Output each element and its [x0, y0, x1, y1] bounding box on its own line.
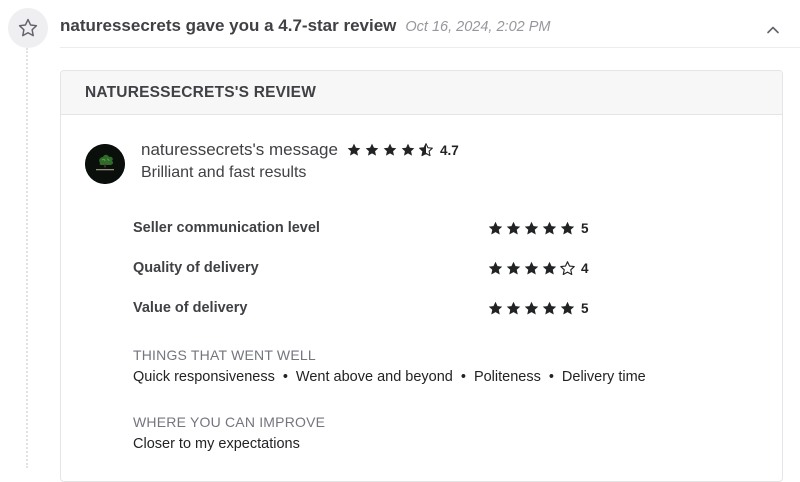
naturessecrets-avatar	[85, 144, 125, 184]
went-well-item: Politeness	[473, 369, 541, 385]
went-well-item: Delivery time	[561, 369, 646, 385]
star-filled-icon	[506, 301, 521, 314]
star-filled-icon	[524, 301, 539, 314]
notification-title: naturessecrets gave you a 4.7-star revie…	[60, 16, 397, 35]
chevron-up-icon[interactable]	[765, 22, 781, 38]
star-empty-icon	[560, 260, 575, 275]
overall-rating-value: 4.7	[439, 142, 459, 158]
star-outline-icon	[18, 18, 38, 37]
review-card-title: NATURESSECRETS'S REVIEW	[85, 83, 317, 101]
went-well-item: Quick responsiveness	[133, 369, 275, 385]
star-filled-icon	[506, 221, 521, 234]
star-filled-icon	[542, 261, 557, 274]
star-filled-icon	[383, 143, 397, 156]
criteria-rating-value: 5	[581, 220, 589, 236]
star-filled-icon	[560, 301, 575, 314]
criteria-label: Seller communication level	[133, 220, 320, 236]
star-filled-icon	[524, 221, 539, 234]
overall-rating-stars	[346, 142, 436, 158]
message-title: naturessecrets's message	[141, 140, 338, 159]
bullet-separator: •	[548, 369, 554, 385]
star-filled-icon	[542, 301, 557, 314]
review-card: NATURESSECRETS'S REVIEW naturessecrets's…	[60, 70, 783, 482]
star-half-icon	[419, 143, 433, 157]
star-filled-icon	[347, 143, 361, 156]
notification-date: Oct 16, 2024, 2:02 PM	[405, 19, 551, 35]
star-filled-icon	[542, 221, 557, 234]
criteria-label: Value of delivery	[133, 300, 248, 316]
criteria-stars	[487, 300, 577, 317]
went-well-heading: THINGS THAT WENT WELL	[133, 347, 316, 363]
improve-text: Closer to my expectations	[133, 436, 300, 452]
bullet-separator: •	[282, 369, 288, 385]
improve-heading: WHERE YOU CAN IMPROVE	[133, 414, 326, 430]
review-message: Brilliant and fast results	[141, 164, 307, 181]
criteria-rating-value: 5	[581, 300, 589, 316]
header-divider	[60, 47, 800, 48]
criteria-stars	[487, 220, 577, 237]
review-card-header: NATURESSECRETS'S REVIEW	[61, 71, 782, 115]
star-filled-icon	[488, 261, 503, 274]
star-filled-icon	[488, 301, 503, 314]
star-filled-icon	[365, 143, 379, 156]
went-well-list: Quick responsiveness • Went above and be…	[133, 369, 646, 385]
star-filled-icon	[488, 221, 503, 234]
criteria-stars	[487, 260, 577, 277]
notification-header: naturessecrets gave you a 4.7-star revie…	[60, 16, 800, 38]
review-notification-badge	[8, 8, 48, 48]
went-well-item: Went above and beyond	[295, 369, 453, 385]
criteria-row: Seller communication level 5	[133, 217, 693, 239]
criteria-row: Value of delivery 5	[133, 297, 693, 319]
message-header: naturessecrets's message 4.7	[141, 139, 459, 161]
star-filled-icon	[524, 261, 539, 274]
criteria-rating-value: 4	[581, 260, 589, 276]
bullet-separator: •	[460, 369, 466, 385]
criteria-row: Quality of delivery 4	[133, 257, 693, 279]
criteria-label: Quality of delivery	[133, 260, 259, 276]
star-filled-icon	[506, 261, 521, 274]
timeline-rail	[26, 48, 28, 468]
star-filled-icon	[560, 221, 575, 234]
star-filled-icon	[401, 143, 415, 156]
